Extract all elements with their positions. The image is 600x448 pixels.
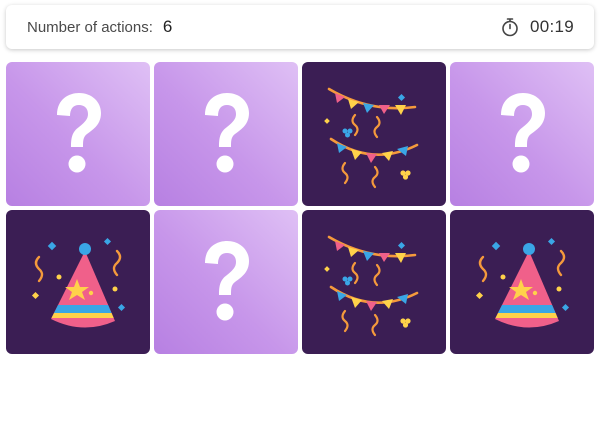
card-party-garland[interactable] [302,62,446,206]
actions-counter: Number of actions: 6 [27,17,172,37]
card-hidden[interactable] [154,62,298,206]
timer: 00:19 [500,17,574,37]
card-hidden[interactable] [154,210,298,354]
card-party-hat[interactable] [450,210,594,354]
timer-value: 00:19 [529,17,574,36]
party-hat-icon [475,237,570,328]
status-bar: Number of actions: 6 00:19 [6,5,594,49]
actions-label: Number of actions: [27,19,153,36]
actions-count: 6 [162,17,173,36]
question-mark-icon [205,93,249,173]
question-mark-icon [501,93,545,173]
party-garland-icon [324,235,419,337]
card-grid [6,62,594,354]
stopwatch-icon [502,18,518,37]
card-party-garland[interactable] [302,210,446,354]
party-hat-icon [31,237,126,328]
card-party-hat[interactable] [6,210,150,354]
question-mark-icon [57,93,101,173]
card-hidden[interactable] [6,62,150,206]
card-hidden[interactable] [450,62,594,206]
party-garland-icon [324,87,419,189]
question-mark-icon [205,241,249,321]
